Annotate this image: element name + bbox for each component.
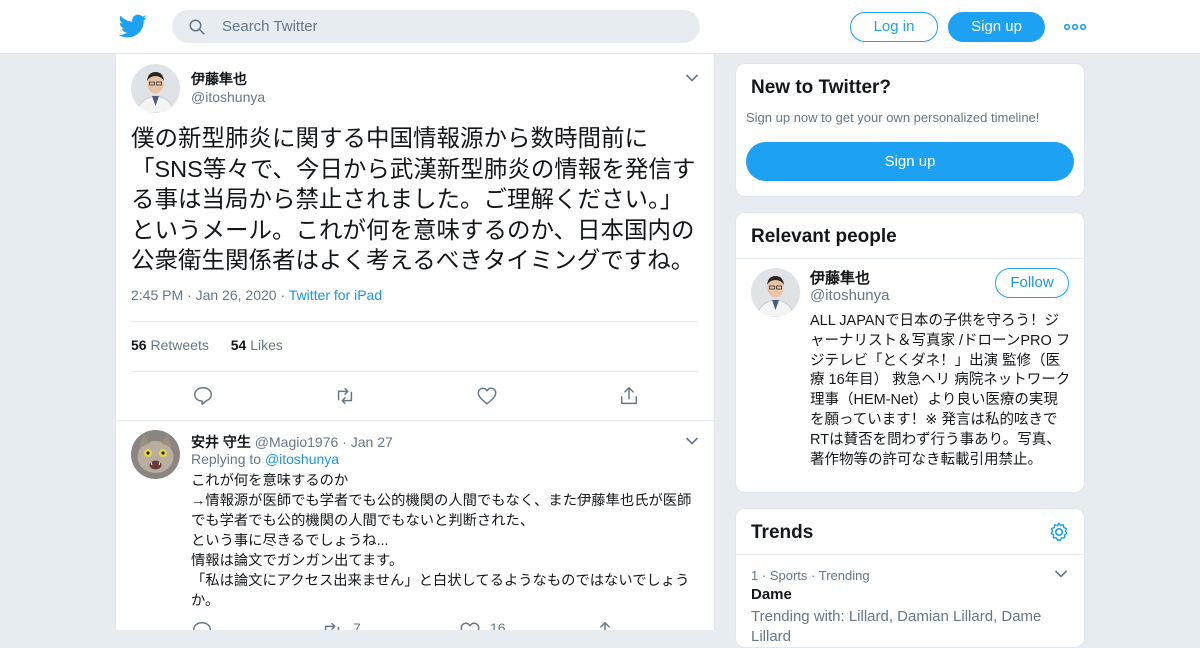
relevant-people-card: Relevant people 伊藤隼也 @itoshunya Follow A… <box>735 212 1085 493</box>
follow-button[interactable]: Follow <box>995 268 1069 298</box>
reply-line: 情報は論文でガンガン出てます。 <box>191 553 404 569</box>
new-to-twitter-card: New to Twitter? Sign up now to get your … <box>735 63 1085 197</box>
tweet-author-handle[interactable]: @itoshunya <box>191 89 265 105</box>
heart-icon[interactable] <box>476 385 498 407</box>
signup-button[interactable]: Sign up <box>948 12 1045 42</box>
divider <box>116 420 714 421</box>
new-to-twitter-subtitle: Sign up now to get your own personalized… <box>746 110 1040 125</box>
login-button[interactable]: Log in <box>850 12 938 42</box>
trends-card: Trends 1 · Sports · Trending Dame Trendi… <box>735 508 1085 648</box>
retweets-count: 56 <box>131 337 147 353</box>
reply-line: という事に尽きるでしょうね... <box>191 533 389 549</box>
divider <box>736 258 1084 259</box>
tweet-source-link[interactable]: Twitter for iPad <box>289 287 382 303</box>
replying-prefix: Replying to <box>191 451 262 467</box>
trend-status: Trending <box>818 568 870 583</box>
relevant-person-bio: ALL JAPANで日本の子供を守ろう！ジャーナリスト＆写真家 /ドローンPRO… <box>810 313 1071 468</box>
reply-retweet-count: 7 <box>353 620 361 630</box>
trends-title: Trends <box>751 522 814 543</box>
reply-header: 安井 守生 @Magio1976 · Jan 27 <box>191 434 393 450</box>
reply-line: →情報源が医師でも学者でも公的機関の人間でもなく、また伊藤隼也氏が医師でも学者で… <box>191 493 692 529</box>
tweet-stats: 56 Retweets 54 Likes <box>131 337 283 353</box>
likes-stat[interactable]: 54 Likes <box>231 337 283 353</box>
tweet-thread: 伊藤隼也 @itoshunya 僕の新型肺炎に関する中国情報源から数時間前に「S… <box>115 54 715 630</box>
chevron-down-icon[interactable] <box>1054 569 1068 579</box>
gear-icon[interactable] <box>1048 521 1070 543</box>
trend-rank: 1 <box>751 568 759 583</box>
divider <box>736 554 1084 555</box>
share-icon[interactable] <box>618 385 640 407</box>
chevron-down-icon[interactable] <box>685 436 699 446</box>
avatar[interactable] <box>131 430 180 479</box>
reply-line: 「私は論文にアクセス出来ません」と白状してるようなものではないでしょうか。 <box>191 573 690 609</box>
trend-meta: 1 · Sports · Trending <box>751 568 870 583</box>
replying-to: Replying to @itoshunya <box>191 451 339 467</box>
top-bar: Log in Sign up <box>0 0 1200 54</box>
reply-line: これが何を意味するのか <box>191 473 349 489</box>
retweet-icon[interactable] <box>334 385 356 407</box>
divider <box>131 371 699 372</box>
replying-to-link[interactable]: @itoshunya <box>265 451 339 467</box>
retweets-label: Retweets <box>150 337 209 353</box>
reply-icon[interactable] <box>192 385 214 407</box>
tweet-timestamp: 2:45 PM · Jan 26, 2020 · Twitter for iPa… <box>131 287 383 303</box>
reply-like-count: 16 <box>490 620 506 630</box>
reply-date[interactable]: Jan 27 <box>351 434 393 450</box>
relevant-person-handle[interactable]: @itoshunya <box>810 287 889 304</box>
search-icon <box>189 19 205 35</box>
search-input[interactable] <box>222 10 682 43</box>
tweet-time[interactable]: 2:45 PM <box>131 287 183 303</box>
tweet-date[interactable]: Jan 26, 2020 <box>196 287 277 303</box>
share-icon[interactable] <box>594 620 616 630</box>
tweet-text: 僕の新型肺炎に関する中国情報源から数時間前に「SNS等々で、今日から武漢新型肺炎… <box>131 125 696 273</box>
divider <box>131 321 699 322</box>
heart-icon[interactable] <box>459 620 481 630</box>
new-to-twitter-title: New to Twitter? <box>751 77 892 98</box>
reply-author-name[interactable]: 安井 守生 <box>191 434 251 450</box>
search-box[interactable] <box>172 10 700 43</box>
retweet-icon[interactable] <box>321 620 343 630</box>
avatar[interactable] <box>751 268 800 317</box>
twitter-bird-icon[interactable] <box>119 12 147 40</box>
relevant-person-name[interactable]: 伊藤隼也 <box>810 267 870 288</box>
reply-text: これが何を意味するのか →情報源が医師でも学者でも公的機関の人間でもなく、また伊… <box>191 471 696 611</box>
trend-category: Sports <box>769 568 808 583</box>
relevant-people-title: Relevant people <box>751 226 897 247</box>
more-dots-icon[interactable] <box>1064 18 1086 36</box>
reply-author-handle[interactable]: @Magio1976 <box>255 434 339 450</box>
likes-count: 54 <box>230 337 247 353</box>
avatar[interactable] <box>131 64 180 113</box>
retweets-stat[interactable]: 56 Retweets <box>131 337 209 353</box>
likes-label: Likes <box>250 337 283 353</box>
tweet-author-name[interactable]: 伊藤隼也 <box>191 69 247 89</box>
trend-name[interactable]: Dame <box>751 586 792 603</box>
sidebar-signup-button[interactable]: Sign up <box>746 142 1074 181</box>
trend-with-text: Trending with: Lillard, Damian Lillard, … <box>751 608 1042 645</box>
reply-icon[interactable] <box>191 620 213 630</box>
chevron-down-icon[interactable] <box>685 73 699 83</box>
